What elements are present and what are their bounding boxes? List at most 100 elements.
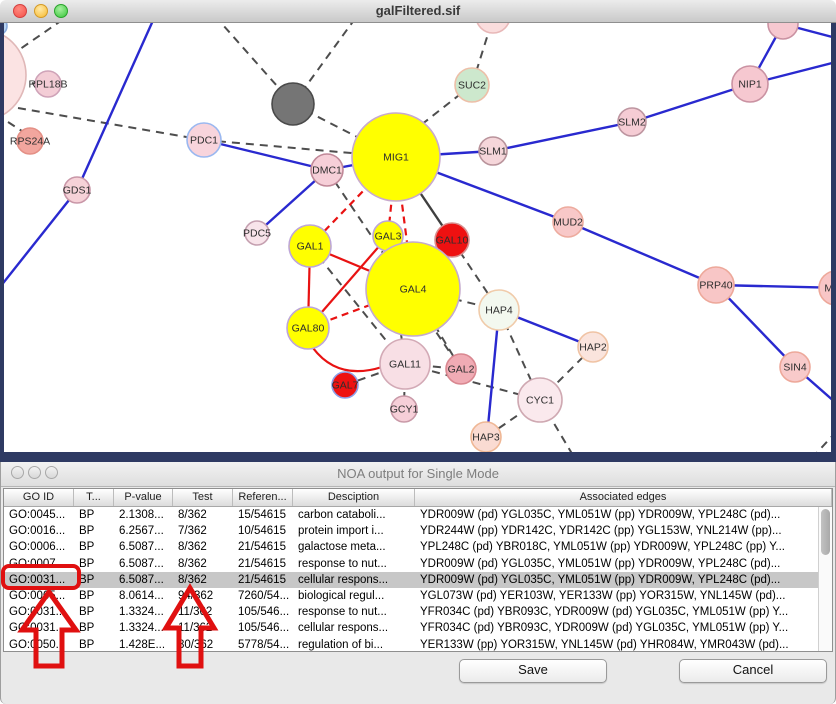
column-header-desciption[interactable]: Desciption bbox=[293, 489, 415, 506]
network-node-RPS24A[interactable]: RPS24A bbox=[10, 128, 50, 154]
network-node-unlabeled[interactable] bbox=[272, 83, 314, 125]
table-cell: protein import i... bbox=[293, 523, 415, 539]
noa-output-window: NOA output for Single Mode GO IDT...P-va… bbox=[0, 462, 836, 704]
table-row[interactable]: GO:0045...BP2.1308...8/36215/54615carbon… bbox=[4, 507, 818, 523]
node-circle[interactable] bbox=[476, 22, 510, 33]
network-node-GAL80[interactable]: GAL80 bbox=[287, 307, 329, 349]
table-cell: YDR009W (pd) YGL035C, YML051W (pp) YDR00… bbox=[415, 507, 818, 523]
table-cell: biological regul... bbox=[293, 588, 415, 604]
node-circle[interactable] bbox=[768, 22, 798, 39]
network-node-GDS1[interactable]: GDS1 bbox=[63, 177, 92, 203]
node-label: MIG1 bbox=[383, 152, 409, 164]
table-cell: BP bbox=[74, 507, 114, 523]
network-node-SUC2[interactable]: SUC2 bbox=[455, 68, 489, 102]
table-row[interactable]: GO:0050...BP1.428E...80/3625778/54...reg… bbox=[4, 637, 818, 653]
network-node-HAP2[interactable]: HAP2 bbox=[578, 332, 608, 362]
table-cell: 8/362 bbox=[173, 507, 233, 523]
network-node-PDC1[interactable]: PDC1 bbox=[187, 123, 221, 157]
network-node-MUD2[interactable]: MUD2 bbox=[553, 207, 583, 237]
table-row[interactable]: GO:0065...BP8.0614...94/3627260/54...bio… bbox=[4, 588, 818, 604]
column-header-t-[interactable]: T... bbox=[74, 489, 114, 506]
network-node-RPL18B[interactable]: RPL18B bbox=[28, 71, 67, 97]
node-label: RPS24A bbox=[10, 136, 50, 148]
table-cell: 6.5087... bbox=[114, 572, 173, 588]
network-node-SLM2[interactable]: SLM2 bbox=[618, 108, 646, 136]
column-header-associated-edges[interactable]: Associated edges bbox=[415, 489, 832, 506]
network-node-unlabeled[interactable] bbox=[476, 22, 510, 33]
table-cell: GO:0050... bbox=[4, 637, 74, 653]
column-header-test[interactable]: Test bbox=[173, 489, 233, 506]
table-cell: 8.0614... bbox=[114, 588, 173, 604]
node-label: MUD2 bbox=[553, 217, 583, 229]
node-circle[interactable] bbox=[272, 83, 314, 125]
scrollbar-thumb[interactable] bbox=[821, 509, 830, 555]
table-cell: 5778/54... bbox=[233, 637, 293, 653]
network-node-CYC1[interactable]: CYC1 bbox=[518, 378, 562, 422]
table-row[interactable]: GO:0031...BP1.3324...11/362105/546...cel… bbox=[4, 620, 818, 636]
bottom-window-titlebar[interactable]: NOA output for Single Mode bbox=[1, 462, 835, 487]
node-label: GAL1 bbox=[297, 241, 324, 253]
table-cell: YER133W (pp) YOR315W, YNL145W (pd) YHR08… bbox=[415, 637, 818, 653]
column-header-referen-[interactable]: Referen... bbox=[233, 489, 293, 506]
table-header-row: GO IDT...P-valueTestReferen...Desciption… bbox=[4, 489, 832, 507]
bottom-window-title: NOA output for Single Mode bbox=[1, 466, 835, 481]
network-node-GAL4[interactable]: GAL4 bbox=[366, 242, 460, 336]
column-header-p-value[interactable]: P-value bbox=[114, 489, 173, 506]
network-node-MIG1[interactable]: MIG1 bbox=[352, 113, 440, 201]
table-body: GO:0045...BP2.1308...8/36215/54615carbon… bbox=[4, 507, 818, 651]
node-label: GAL4 bbox=[400, 284, 427, 296]
network-node-GCY1[interactable]: GCY1 bbox=[390, 396, 419, 422]
table-cell: BP bbox=[74, 523, 114, 539]
network-node-HAP3[interactable]: HAP3 bbox=[471, 422, 501, 452]
node-label: GCY1 bbox=[390, 404, 419, 416]
table-row[interactable]: GO:0006...BP6.5087...8/36221/54615galact… bbox=[4, 539, 818, 555]
table-cell: GO:0031... bbox=[4, 572, 74, 588]
network-node-GAL1[interactable]: GAL1 bbox=[289, 225, 331, 267]
table-row[interactable]: GO:0016...BP6.2567...7/36210/54615protei… bbox=[4, 523, 818, 539]
network-graph: RPL18B RPS24A GDS1 PDC1 DMC1 MIG1 SUC2 SLM1 SLM2… bbox=[0, 22, 836, 462]
table-row[interactable]: GO:0007...BP6.5087...8/36221/54615respon… bbox=[4, 556, 818, 572]
node-label: SIN4 bbox=[783, 362, 807, 374]
table-cell: 2.1308... bbox=[114, 507, 173, 523]
table-cell: 15/54615 bbox=[233, 507, 293, 523]
network-node-unlabeled[interactable] bbox=[768, 22, 798, 39]
table-cell: YFR034C (pd) YBR093C, YDR009W (pd) YGL03… bbox=[415, 620, 818, 636]
network-frame-bottom bbox=[0, 452, 836, 462]
network-node-GAL2[interactable]: GAL2 bbox=[446, 354, 476, 384]
screen: RPL18B RPS24A GDS1 PDC1 DMC1 MIG1 SUC2 SLM1 SLM2… bbox=[0, 0, 836, 704]
network-node-GAL11[interactable]: GAL11 bbox=[380, 339, 430, 389]
network-node-PRP40[interactable]: PRP40 bbox=[698, 267, 734, 303]
node-label: NIP1 bbox=[738, 79, 762, 91]
table-cell: regulation of bi... bbox=[293, 637, 415, 653]
table-row[interactable]: GO:0031...BP6.5087...8/36221/54615cellul… bbox=[4, 572, 818, 588]
column-header-go-id[interactable]: GO ID bbox=[4, 489, 74, 506]
table-cell: response to nut... bbox=[293, 604, 415, 620]
table-cell: GO:0031... bbox=[4, 620, 74, 636]
table-cell: 11/362 bbox=[173, 620, 233, 636]
table-cell: BP bbox=[74, 637, 114, 653]
node-label: HAP3 bbox=[472, 432, 500, 444]
save-button[interactable]: Save bbox=[459, 659, 607, 683]
network-frame-right bbox=[831, 22, 836, 462]
table-cell: BP bbox=[74, 604, 114, 620]
network-node-SLM1[interactable]: SLM1 bbox=[479, 137, 507, 165]
table-cell: GO:0065... bbox=[4, 588, 74, 604]
vertical-scrollbar[interactable] bbox=[818, 507, 832, 651]
node-label: SLM1 bbox=[479, 146, 507, 158]
network-node-NIP1[interactable]: NIP1 bbox=[732, 66, 768, 102]
table-cell: 1.3324... bbox=[114, 620, 173, 636]
node-label: PDC5 bbox=[243, 228, 271, 240]
network-node-HAP4[interactable]: HAP4 bbox=[479, 290, 519, 330]
table-row[interactable]: GO:0031...BP1.3324...11/362105/546...res… bbox=[4, 604, 818, 620]
network-canvas[interactable]: RPL18B RPS24A GDS1 PDC1 DMC1 MIG1 SUC2 SLM1 SLM2… bbox=[0, 22, 836, 462]
table-cell: 21/54615 bbox=[233, 572, 293, 588]
table-cell: 10/54615 bbox=[233, 523, 293, 539]
network-node-GAL7[interactable]: GAL7 bbox=[332, 372, 359, 398]
table-cell: YDR009W (pd) YGL035C, YML051W (pp) YDR00… bbox=[415, 572, 818, 588]
network-node-SIN4[interactable]: SIN4 bbox=[780, 352, 810, 382]
cancel-button[interactable]: Cancel bbox=[679, 659, 827, 683]
table-cell: 1.3324... bbox=[114, 604, 173, 620]
top-window-titlebar[interactable]: galFiltered.sif bbox=[0, 0, 836, 23]
network-node-DMC1[interactable]: DMC1 bbox=[311, 154, 343, 186]
node-label: SUC2 bbox=[458, 80, 486, 92]
